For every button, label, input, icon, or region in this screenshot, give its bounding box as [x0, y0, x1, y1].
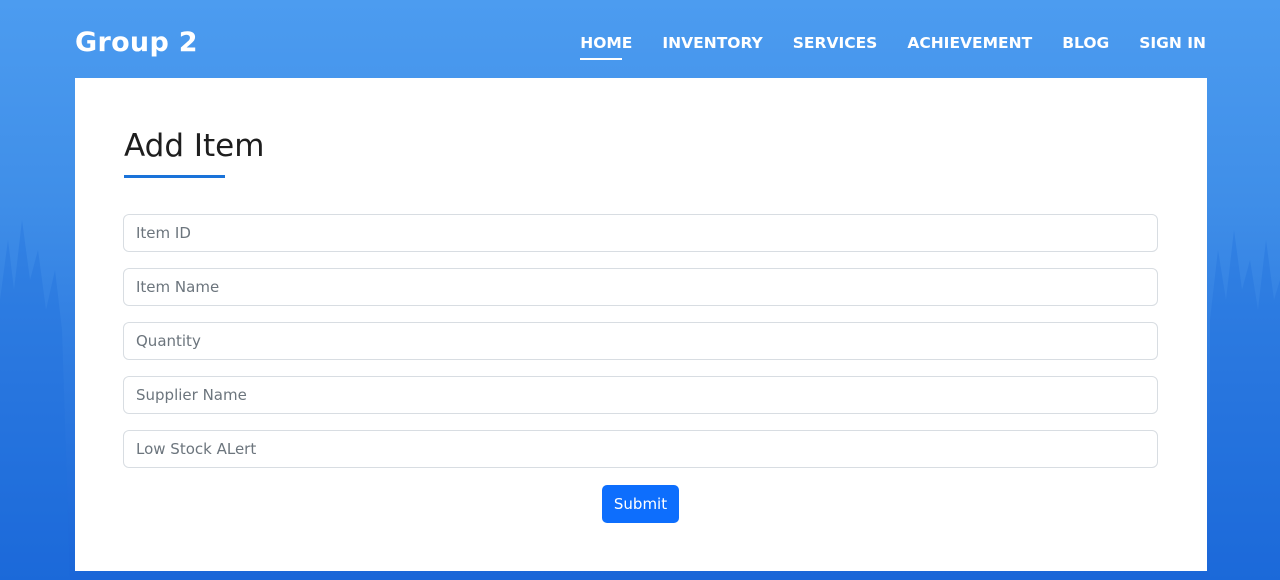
- quantity-input[interactable]: [123, 322, 1158, 360]
- supplier-name-input[interactable]: [123, 376, 1158, 414]
- item-id-input[interactable]: [123, 214, 1158, 252]
- page-title: Add Item: [124, 128, 265, 164]
- nav-item-services[interactable]: SERVICES: [793, 34, 878, 60]
- nav-item-blog[interactable]: BLOG: [1062, 34, 1109, 60]
- title-underline: [124, 175, 225, 178]
- submit-button[interactable]: Submit: [602, 485, 679, 523]
- item-name-input[interactable]: [123, 268, 1158, 306]
- brand-logo[interactable]: Group 2: [75, 27, 198, 58]
- page-background: Group 2 HOME INVENTORY SERVICES ACHIEVEM…: [0, 0, 1280, 580]
- nav-item-achievement[interactable]: ACHIEVEMENT: [907, 34, 1032, 60]
- low-stock-alert-input[interactable]: [123, 430, 1158, 468]
- nav-item-home[interactable]: HOME: [580, 34, 632, 60]
- nav-item-inventory[interactable]: INVENTORY: [662, 34, 762, 60]
- top-navbar: Group 2 HOME INVENTORY SERVICES ACHIEVEM…: [0, 0, 1280, 78]
- nav-item-sign-in[interactable]: SIGN IN: [1139, 34, 1206, 60]
- add-item-card: Add Item Submit: [75, 78, 1207, 571]
- nav-links: HOME INVENTORY SERVICES ACHIEVEMENT BLOG…: [550, 34, 1206, 60]
